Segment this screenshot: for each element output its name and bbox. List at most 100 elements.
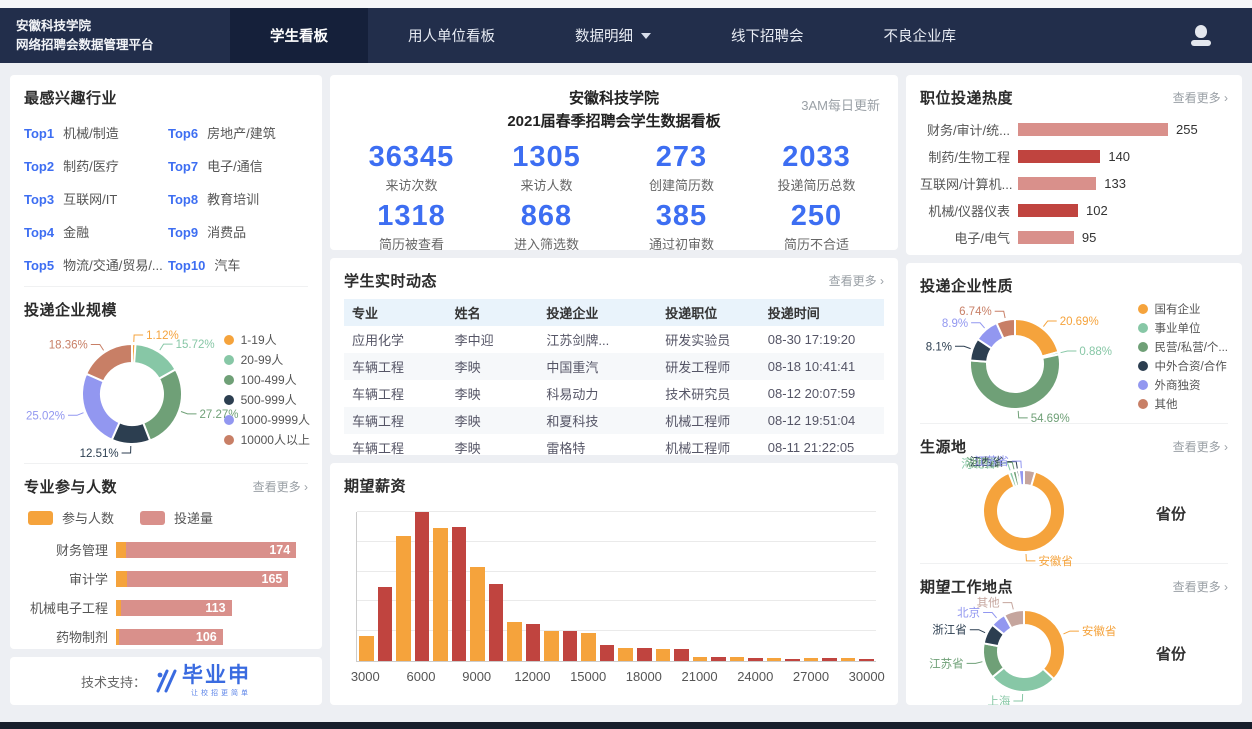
table-cell: 08-12 20:07:59 [760,380,884,407]
table-cell: 机械工程师 [657,407,760,434]
nav-tab[interactable]: 数据明细 [535,8,691,63]
bar-row: 财务/审计/统...255 [920,120,1228,139]
stat-value: 250 [749,200,884,233]
table-header-cell: 投递时间 [760,299,884,326]
legend-item[interactable]: 其他 [1138,396,1228,412]
work-location-view-more-link[interactable]: 查看更多 › [1173,578,1228,595]
section-title: 期望工作地点 [920,576,1013,597]
legend-dot-icon [224,395,234,405]
table-header-cell: 投递职位 [657,299,760,326]
histogram-bar [563,631,578,661]
x-tick-label: 3000 [351,669,380,684]
position-heat-view-more-link[interactable]: 查看更多 › [1173,89,1228,106]
histogram-bar [693,657,708,661]
stat-label: 简历被查看 [344,234,479,250]
histogram-bar [748,658,763,661]
label-leader-line [1061,351,1077,353]
nav-tab[interactable]: 线下招聘会 [691,8,844,63]
legend-item[interactable]: 1000-9999人 [224,411,310,428]
legend-item[interactable]: 中外合资/合作 [1138,358,1228,374]
slice-label: 0.88% [1079,346,1112,358]
legend-item[interactable]: 民营/私营/个... [1138,339,1228,355]
label-leader-line [1026,554,1035,561]
legend-item[interactable]: 20-99人 [224,351,310,368]
table-cell: 技术研究员 [657,380,760,407]
histogram-bar [804,658,819,661]
table-cell: 李映 [447,380,539,407]
legend-item[interactable]: 500-999人 [224,391,310,408]
work-location-donut-chart: 安徽省上海江苏省浙江省北京其他 [920,599,1130,703]
nav-tab[interactable]: 用人单位看板 [368,8,535,63]
majors-view-more-link[interactable]: 查看更多 › [253,478,308,495]
bar [1018,150,1100,163]
section-title: 专业参与人数 [24,476,117,497]
histogram-bar [711,657,726,661]
label-leader-line [1018,411,1027,418]
histogram-bar [415,512,430,661]
bar-value: 95 [1082,230,1096,245]
stat-label: 简历不合适 [749,234,884,250]
app-logo-line2: 网络招聘会数据管理平台 [16,36,230,55]
x-tick-label: 21000 [681,669,717,684]
brand-tagline: 让校招更简单 [191,688,251,698]
histogram-bar [730,657,745,661]
legend-item[interactable]: 国有企业 [1138,301,1228,317]
company-size-legend: 1-19人 20-99人 100-499人 500-999人 1000-9999人 100… [224,328,310,451]
legend-item[interactable]: 参与人数 [28,508,114,527]
bar-row: 互联网/计算机...133 [920,174,1228,193]
stat-value: 2033 [749,141,884,174]
stat-value: 273 [614,141,749,174]
industry-rank: Top2 [24,159,54,174]
legend-dot-icon [224,375,234,385]
table-cell: 车辆工程 [344,434,447,455]
legend-item[interactable]: 100-499人 [224,371,310,388]
dashboard-body: 最感兴趣行业 Top1机械/制造Top6房地产/建筑Top2制药/医疗Top7电… [0,63,1252,722]
origin-view-more-link[interactable]: 查看更多 › [1173,438,1228,455]
section-title: 最感兴趣行业 [24,87,308,108]
table-cell: 李中迎 [447,326,539,353]
nav-tab[interactable]: 学生看板 [230,8,368,63]
biyeshen-logo-icon [154,669,178,693]
table-cell: 中国重汽 [538,353,657,380]
stat-label: 创建简历数 [614,175,749,194]
deliveries-segment: 174 [126,542,296,558]
caret-down-icon [641,33,651,39]
table-cell: 应用化学 [344,326,447,353]
table-cell: 李映 [447,353,539,380]
histogram-bar [767,658,782,661]
histogram-bar [396,536,411,661]
stat-value: 868 [479,200,614,233]
interest-industries-section: 最感兴趣行业 Top1机械/制造Top6房地产/建筑Top2制药/医疗Top7电… [10,75,322,286]
update-note: 3AM每日更新 [801,95,880,114]
x-tick-label: 24000 [737,669,773,684]
label-leader-line [122,446,131,453]
legend-item[interactable]: 10000人以上 [224,431,310,448]
industry-rank: Top10 [168,258,205,273]
navbar: 安徽科技学院 网络招聘会数据管理平台 学生看板用人单位看板数据明细线下招聘会不良… [0,8,1252,63]
table-cell: 08-12 19:51:04 [760,407,884,434]
legend-item[interactable]: 外商独资 [1138,377,1228,393]
donut-slice [1019,470,1024,485]
brand-name: 毕业申 [182,665,251,686]
nav-tab[interactable]: 不良企业库 [844,8,997,63]
x-tick-label: 12000 [514,669,550,684]
industry-rank-item: Top6房地产/建筑 [168,123,308,142]
user-menu-button[interactable] [1190,8,1212,63]
bar [1018,177,1096,190]
x-tick-label: 9000 [462,669,491,684]
nav-tab-label: 不良企业库 [884,25,957,46]
company-size-donut-chart: 1.12%15.72%27.27%12.51%25.02%18.36% [24,322,224,460]
industry-rank: Top9 [168,225,198,240]
section-title: 投递企业规模 [24,299,308,320]
slice-label: 20.69% [1060,316,1099,328]
activity-view-more-link[interactable]: 查看更多 › [829,272,884,289]
bar [1018,231,1074,244]
legend-item[interactable]: 1-19人 [224,331,310,348]
legend-item[interactable]: 事业单位 [1138,320,1228,336]
legend-item[interactable]: 投递量 [140,508,213,527]
industry-label: 金融 [63,225,89,240]
label-leader-line [955,346,971,348]
histogram-bar [433,528,448,661]
company-size-chart-wrap: 1.12%15.72%27.27%12.51%25.02%18.36% 1-19… [24,322,308,460]
table-header-cell: 专业 [344,299,447,326]
